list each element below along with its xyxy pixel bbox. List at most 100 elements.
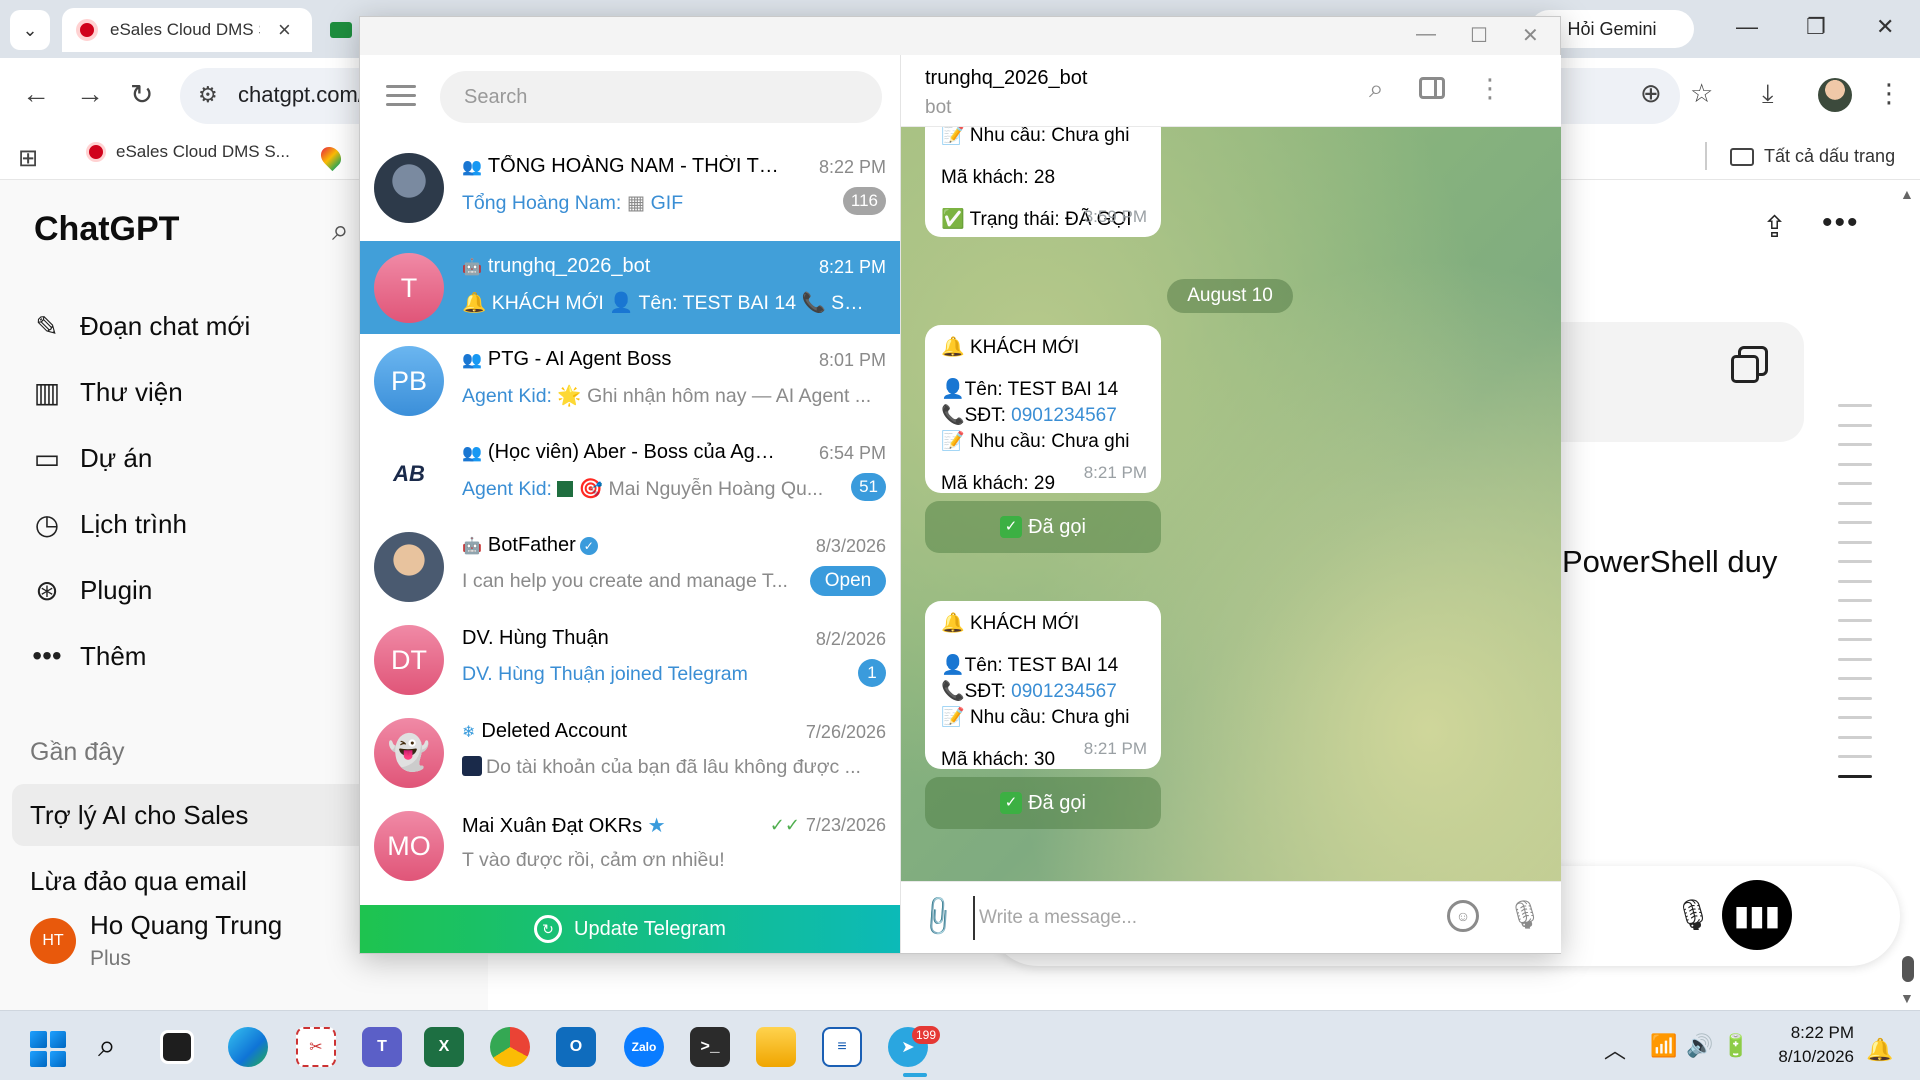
- close-icon[interactable]: ×: [278, 17, 291, 43]
- tab-search-dropdown[interactable]: ⌄: [10, 10, 50, 50]
- conversation-minimap[interactable]: [1838, 404, 1872, 794]
- search-icon[interactable]: ⌕: [332, 214, 349, 248]
- zalo-icon[interactable]: Zalo: [624, 1027, 664, 1067]
- download-icon[interactable]: ⤓: [1762, 78, 1774, 110]
- chat-list-item[interactable]: 🤖 BotFather ✓ 8/3/2026 I can help you crea…: [360, 520, 900, 613]
- more-vertical-icon[interactable]: ⋮: [1477, 73, 1503, 104]
- battery-icon[interactable]: 🔋: [1722, 1033, 1749, 1059]
- notification-bell-icon[interactable]: 🔔: [1866, 1037, 1893, 1063]
- close-icon[interactable]: ✕: [1522, 23, 1539, 48]
- scroll-up-arrow-icon[interactable]: ▲: [1900, 186, 1914, 202]
- phone-link[interactable]: 0901234567: [1011, 405, 1117, 426]
- bot-message: 📝 Nhu cầu: Chưa ghi Mã khách: 28 ✅ Trạng…: [925, 127, 1161, 237]
- site-info-icon[interactable]: ⚙: [198, 82, 218, 108]
- update-telegram-button[interactable]: ↻ Update Telegram: [360, 905, 900, 953]
- browser-tab-partial[interactable]: [330, 8, 360, 52]
- minimize-icon[interactable]: —: [1736, 14, 1758, 40]
- nav-projects[interactable]: ▭ Dự án: [30, 442, 153, 475]
- chat-list-item[interactable]: 👥 TỔNG HOÀNG NAM - THỜI TẦN 8:22 PM Tổng …: [360, 141, 900, 234]
- message-area[interactable]: 📝 Nhu cầu: Chưa ghi Mã khách: 28 ✅ Trạng…: [901, 127, 1561, 881]
- user-profile[interactable]: HT Ho Quang Trung Plus: [30, 910, 282, 971]
- chrome-menu-icon[interactable]: ⋮: [1876, 78, 1902, 109]
- minimize-icon[interactable]: —: [1416, 23, 1436, 46]
- phone-link[interactable]: 0901234567: [1011, 681, 1117, 702]
- task-view-icon[interactable]: [160, 1030, 194, 1064]
- search-icon[interactable]: ⌕: [98, 1027, 116, 1065]
- share-icon[interactable]: ⇪: [1762, 210, 1787, 245]
- notepad-icon[interactable]: ≡: [822, 1027, 862, 1067]
- wifi-icon[interactable]: 📶: [1650, 1033, 1677, 1059]
- side-panel-icon[interactable]: [1419, 77, 1445, 99]
- bookmark-star-icon[interactable]: ☆: [1690, 78, 1713, 109]
- hamburger-menu-icon[interactable]: [386, 85, 416, 112]
- volume-icon[interactable]: 🔊: [1686, 1033, 1713, 1059]
- chat-list-item[interactable]: DT DV. Hùng Thuận 8/2/2026 DV. Hùng Thuậ…: [360, 613, 900, 706]
- zoom-icon[interactable]: ⊕: [1640, 78, 1662, 109]
- memo-icon: 📝: [941, 707, 965, 728]
- message-input[interactable]: [973, 896, 1433, 940]
- restore-icon[interactable]: ❐: [1806, 14, 1826, 40]
- open-bot-button[interactable]: Open: [810, 566, 886, 596]
- chat-list-item[interactable]: AB 👥 (Học viên) Aber - Boss của Agent 6:5…: [360, 427, 900, 520]
- snipping-tool-icon[interactable]: ✂: [296, 1027, 336, 1067]
- chat-list-item[interactable]: MO Mai Xuân Đạt OKRs ★ ✓✓ 7/23/2026 T vào…: [360, 799, 900, 892]
- chat-preview: Agent Kid: 🎯 Mai Nguyễn Hoàng Qu...: [462, 478, 824, 500]
- chat-time: 8:21 PM: [818, 257, 886, 277]
- chat-list-item[interactable]: PB 👥 PTG - AI Agent Boss 8:01 PM Agent Ki…: [360, 334, 900, 427]
- chat-list-item[interactable]: 👻 ❄ Deleted Account 7/26/2026 Do tài khoả…: [360, 706, 900, 799]
- nav-new-chat[interactable]: ✎ Đoạn chat mới: [30, 310, 250, 343]
- microphone-icon[interactable]: 🎙: [1507, 898, 1543, 931]
- outlook-icon[interactable]: O: [556, 1027, 596, 1067]
- nav-schedule[interactable]: ◷ Lịch trình: [30, 508, 187, 541]
- forward-icon[interactable]: →: [76, 78, 104, 110]
- all-bookmarks[interactable]: Tất cả dấu trang: [1730, 146, 1895, 167]
- nav-library[interactable]: ▥ Thư viện: [30, 376, 183, 409]
- edge-icon[interactable]: [228, 1027, 268, 1067]
- close-window-icon[interactable]: ✕: [1876, 14, 1894, 40]
- memo-icon: 📝: [941, 431, 965, 452]
- scroll-down-arrow-icon[interactable]: ▼: [1900, 990, 1914, 1006]
- unread-badge: 51: [851, 473, 886, 501]
- more-options-icon[interactable]: •••: [1822, 206, 1860, 240]
- back-icon[interactable]: ←: [22, 78, 50, 110]
- nav-plugin[interactable]: ⊛ Plugin: [30, 574, 152, 607]
- chat-avatar: MO: [374, 811, 444, 881]
- chat-avatar: T: [374, 253, 444, 323]
- search-icon[interactable]: ⌕: [1369, 73, 1384, 105]
- start-button-icon[interactable]: [30, 1031, 66, 1067]
- conversation-header[interactable]: trunghq_2026_bot bot ⌕ ⋮: [901, 55, 1561, 127]
- file-explorer-icon[interactable]: [756, 1027, 796, 1067]
- microphone-icon[interactable]: 🎙: [1674, 898, 1712, 933]
- copy-icon[interactable]: [1731, 346, 1768, 383]
- voice-mode-button[interactable]: ▮▮▮: [1722, 880, 1792, 950]
- taskbar-time[interactable]: 8:22 PM: [1770, 1023, 1854, 1043]
- emoji-icon[interactable]: ☺: [1447, 900, 1479, 932]
- chatgpt-title[interactable]: ChatGPT: [34, 210, 179, 249]
- chat-time: 8:22 PM: [818, 157, 886, 177]
- called-button-label: Đã gọi: [1028, 515, 1086, 538]
- called-button[interactable]: ✓ Đã gọi: [925, 777, 1161, 829]
- apps-grid-icon[interactable]: ⊞: [18, 144, 38, 173]
- reload-icon[interactable]: ↻: [130, 78, 153, 111]
- called-button[interactable]: ✓ Đã gọi: [925, 501, 1161, 553]
- chat-avatar: PB: [374, 346, 444, 416]
- bot-message: 🔔 KHÁCH MỚI 👤Tên: TEST BAI 14 📞SĐT: 0901…: [925, 325, 1161, 494]
- taskbar-date[interactable]: 8/10/2026: [1770, 1047, 1854, 1067]
- chat-time: 8:01 PM: [818, 350, 886, 370]
- maximize-icon[interactable]: ☐: [1470, 23, 1488, 48]
- teams-icon[interactable]: T: [362, 1027, 402, 1067]
- chrome-icon[interactable]: [490, 1027, 530, 1067]
- attach-icon[interactable]: 📎: [914, 893, 962, 941]
- search-input[interactable]: [440, 71, 882, 123]
- bookmark-maps[interactable]: [316, 142, 346, 172]
- chevron-up-icon[interactable]: ︿: [1604, 1033, 1626, 1065]
- chat-list-item-active[interactable]: T 🤖 trunghq_2026_bot 8:21 PM 🔔 KHÁCH MỚI …: [360, 241, 900, 334]
- page-scrollbar-thumb[interactable]: [1902, 956, 1914, 982]
- user-name: Ho Quang Trung: [90, 910, 283, 940]
- profile-avatar[interactable]: [1818, 78, 1852, 112]
- excel-icon[interactable]: X: [424, 1027, 464, 1067]
- nav-more[interactable]: ••• Thêm: [30, 640, 146, 672]
- terminal-icon[interactable]: >_: [690, 1027, 730, 1067]
- bookmark-esales[interactable]: eSales Cloud DMS S...: [86, 142, 290, 162]
- browser-tab-esales[interactable]: eSales Cloud DMS S ×: [62, 8, 312, 52]
